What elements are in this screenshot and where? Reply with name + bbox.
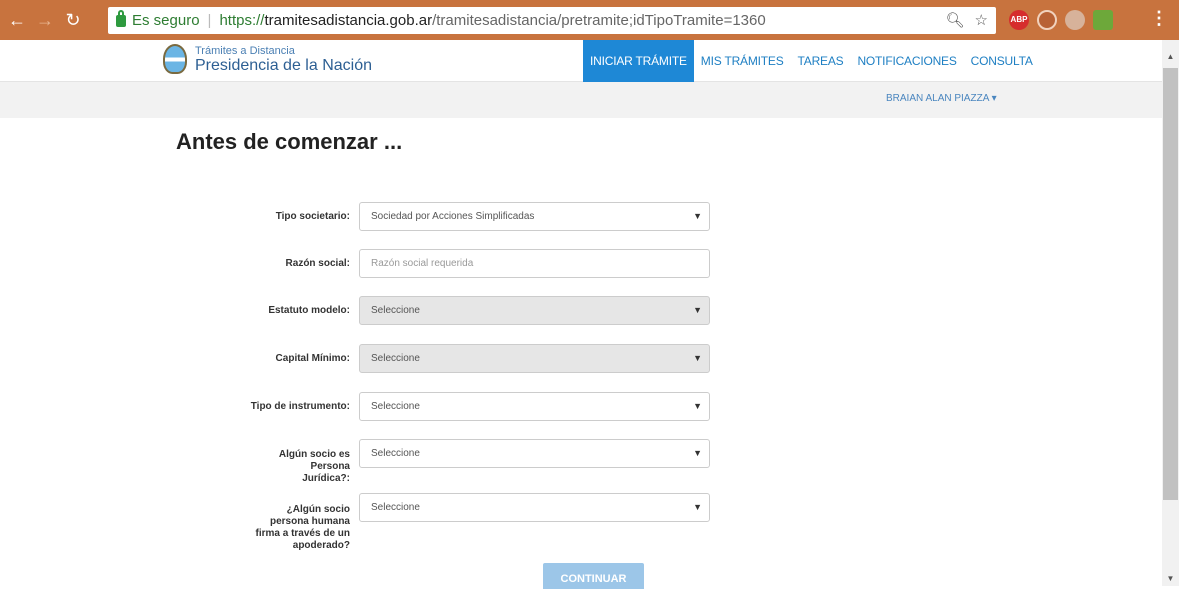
razon-social-input[interactable]: Razón social requerida [359,249,710,278]
capital-minimo-label: Capital Mínimo: [275,353,350,364]
scroll-down-icon[interactable]: ▼ [1162,572,1179,586]
nav-notificaciones[interactable]: NOTIFICACIONES [850,40,963,82]
scroll-up-icon[interactable]: ▲ [1162,50,1179,64]
page-title: Antes de comenzar ... [176,129,403,154]
secure-label: Es seguro [132,12,200,29]
scrollbar-thumb[interactable] [1163,68,1178,500]
caret-down-icon: ▼ [693,448,702,458]
site-header: Trámites a Distancia Presidencia de la N… [0,40,1162,82]
estatuto-modelo-label: Estatuto modelo: [268,305,350,316]
extension-icon[interactable] [1093,10,1113,30]
estatuto-modelo-select[interactable]: Seleccione ▼ [359,296,710,325]
main-nav: INICIAR TRÁMITE MIS TRÁMITES TAREAS NOTI… [583,40,1040,82]
tipo-instrumento-value: Seleccione [371,401,420,412]
site-logo[interactable]: Trámites a Distancia Presidencia de la N… [163,44,372,74]
caret-down-icon: ▼ [693,502,702,512]
tipo-instrumento-select[interactable]: Seleccione ▼ [359,392,710,421]
nav-consulta[interactable]: CONSULTA [964,40,1040,82]
caret-down-icon: ▼ [693,353,702,363]
url-host: tramitesadistancia.gob.ar [264,12,433,29]
socio-persona-juridica-value: Seleccione [371,448,420,459]
tipo-societario-value: Sociedad por Acciones Simplificadas [371,211,535,222]
socio-apoderado-label: ¿Algún socio persona humana firma a trav… [255,504,350,551]
tipo-societario-label: Tipo societario: [275,211,350,222]
socio-persona-juridica-label: Algún socio es Persona Jurídica?: [278,449,350,484]
capital-minimo-value: Seleccione [371,353,420,364]
user-bar: BRAIAN ALAN PIAZZA ▾ [0,82,1162,118]
socio-apoderado-value: Seleccione [371,502,420,513]
caret-down-icon: ▼ [693,305,702,315]
url-scheme: https:// [219,12,265,29]
adblock-extension-icon[interactable]: ABP [1009,10,1029,30]
socio-apoderado-select[interactable]: Seleccione ▼ [359,493,710,522]
socio-persona-juridica-select[interactable]: Seleccione ▼ [359,439,710,468]
zoom-icon[interactable]: 🔍︎ [946,11,965,29]
url-path: /tramitesadistancia/pretramite;idTipoTra… [432,12,766,29]
address-bar[interactable]: Es seguro | https://tramitesadistancia.g… [108,7,996,34]
bookmark-star-icon[interactable]: ☆ [975,11,988,29]
national-shield-icon [163,44,187,74]
tipo-instrumento-label: Tipo de instrumento: [250,401,350,412]
user-menu[interactable]: BRAIAN ALAN PIAZZA ▾ [886,93,997,104]
capital-minimo-select[interactable]: Seleccione ▼ [359,344,710,373]
browser-menu-icon[interactable]: ⋮ [1150,8,1168,29]
razon-social-label: Razón social: [285,258,350,269]
back-arrow-icon[interactable]: ← [6,9,28,31]
caret-down-icon: ▼ [693,211,702,221]
estatuto-modelo-value: Seleccione [371,305,420,316]
caret-down-icon: ▼ [693,401,702,411]
razon-social-placeholder: Razón social requerida [371,258,474,269]
nav-mis-tramites[interactable]: MIS TRÁMITES [694,40,791,82]
reload-icon[interactable]: ↻ [62,9,84,31]
logo-title: Presidencia de la Nación [195,56,372,74]
logo-subtitle: Trámites a Distancia [195,44,295,57]
forward-arrow-icon[interactable]: → [34,9,56,31]
lock-icon [116,9,126,27]
extension-icon[interactable] [1065,10,1085,30]
tipo-societario-select[interactable]: Sociedad por Acciones Simplificadas ▼ [359,202,710,231]
continue-button[interactable]: CONTINUAR [543,563,644,589]
nav-tareas[interactable]: TAREAS [791,40,851,82]
address-separator: | [207,12,212,29]
extension-icon[interactable] [1037,10,1057,30]
nav-iniciar-tramite[interactable]: INICIAR TRÁMITE [583,40,694,82]
